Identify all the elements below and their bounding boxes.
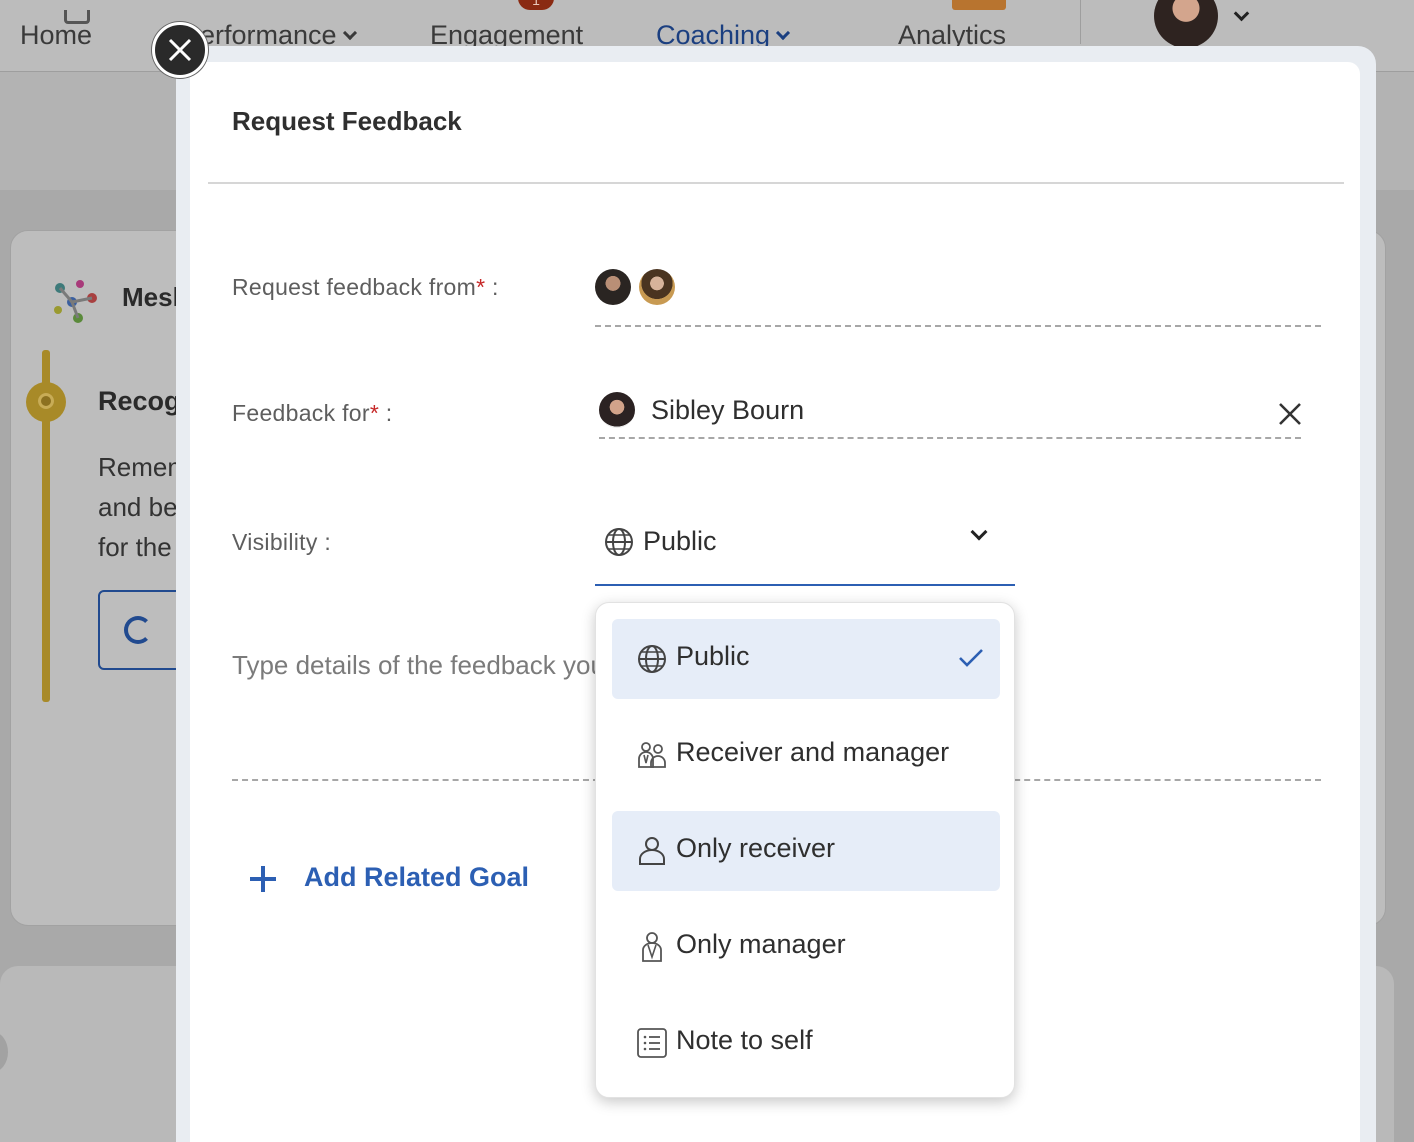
visibility-label: Visibility : [232,529,332,555]
visibility-option-only-manager[interactable]: Only manager [612,907,1000,987]
user-avatar[interactable] [1154,0,1218,48]
requestee-avatar[interactable] [639,269,675,305]
feedback-for-field[interactable] [599,437,1301,439]
feedback-for-label: Feedback for* : [232,400,393,427]
visibility-dropdown-menu: Public Receiver and manager Only receive… [595,602,1015,1098]
receiver-and-manager-icon [638,742,666,768]
nav-divider [1080,0,1081,44]
visibility-option-note-to-self[interactable]: Note to self [612,1003,1000,1083]
request-from-label: Request feedback from* : [232,274,499,301]
modal-title: Request Feedback [232,106,462,136]
close-icon [168,38,192,62]
chevron-down-icon [970,523,988,541]
target-icon [124,616,152,644]
requestee-avatar[interactable] [595,269,631,305]
option-label: Receiver and manager [676,737,950,767]
option-label: Only receiver [676,833,836,863]
feedback-for-value: Sibley Bourn [651,395,805,425]
plus-icon [248,864,278,894]
feedback-details-input[interactable]: Type details of the feedback you [232,650,605,681]
visibility-select[interactable]: Public [595,520,1015,586]
request-from-field[interactable] [595,325,1321,327]
checkmark-icon [959,649,983,667]
add-related-goal-label: Add Related Goal [304,862,530,892]
option-label: Only manager [676,929,846,959]
label-colon: : [485,274,499,300]
clear-selection-icon[interactable] [1276,400,1304,428]
close-modal-button[interactable] [152,22,208,78]
chevron-down-icon [342,25,357,41]
feedback-for-label-text: Feedback for [232,400,370,426]
nav-home[interactable]: Home [20,10,93,51]
required-marker: * [476,274,486,300]
label-colon: : [379,400,393,426]
note-icon [637,1028,667,1058]
globe-icon [638,645,666,673]
chevron-down-icon [776,25,791,41]
mesh-logo-icon [54,280,97,323]
title-divider [208,182,1344,184]
visibility-option-only-receiver[interactable]: Only receiver [612,811,1000,891]
engagement-count-badge: 1 [518,0,554,10]
home-icon [64,10,90,24]
required-marker: * [369,400,380,426]
globe-icon [605,528,633,556]
beta-badge [952,0,1006,10]
visibility-option-receiver-and-manager[interactable]: Receiver and manager [612,715,1000,795]
card-text-line: and be [98,492,178,522]
person-icon [639,837,665,865]
visibility-option-public[interactable]: Public [612,619,1000,699]
chevron-down-icon[interactable] [1233,5,1250,22]
option-label: Note to self [676,1025,813,1055]
card-text-line: for the [98,532,172,562]
visibility-value: Public [643,526,717,556]
request-from-label-text: Request feedback from [232,274,477,300]
people-icon [26,382,66,422]
nav-home-label: Home [20,20,93,50]
manager-icon [642,932,662,962]
selected-person-avatar [599,392,635,428]
option-label: Public [676,641,750,671]
